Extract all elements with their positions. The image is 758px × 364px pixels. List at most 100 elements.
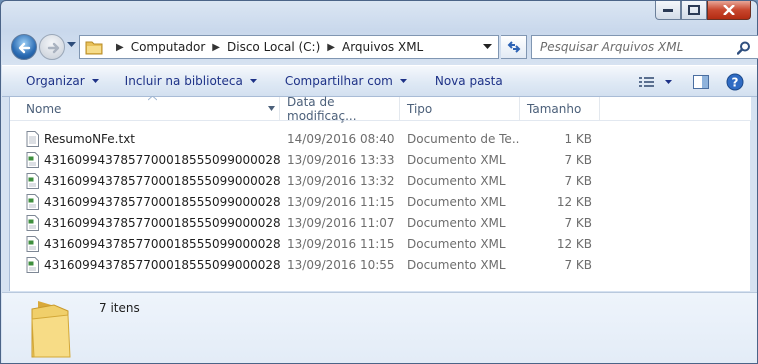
xml-file-icon [26, 193, 39, 210]
file-name: ResumoNFe.txt [44, 131, 136, 146]
breadcrumb-arrow-icon[interactable]: ▶ [116, 42, 124, 53]
file-name: 43160994378577000185550990000288001O... [44, 173, 280, 188]
file-row[interactable]: ResumoNFe.txt 14/09/2016 08:40 Documento… [10, 128, 751, 149]
minimize-button[interactable] [655, 1, 681, 20]
file-row[interactable]: 43160994378577000185550990000287981O... … [10, 254, 751, 275]
file-name: 43160994378577000185550990000287981O... [44, 257, 280, 272]
column-type-label: Tipo [407, 102, 433, 116]
file-date: 13/09/2016 11:15 [287, 194, 395, 209]
include-in-library-menu[interactable]: Incluir na biblioteca [117, 69, 265, 93]
caption-buttons [655, 1, 751, 21]
column-headers: Nome Data de modificaç... Tipo Tamanho [10, 95, 751, 123]
file-type: Documento de Te... [407, 131, 520, 146]
column-name-label: Nome [26, 102, 62, 116]
svg-text:?: ? [732, 76, 739, 90]
file-date: 13/09/2016 11:15 [287, 236, 395, 251]
file-type: Documento XML [407, 215, 506, 230]
file-row[interactable]: 43160994378577000185550990000287991O... … [10, 212, 751, 233]
share-with-label: Compartilhar com [284, 74, 393, 88]
file-size: 7 KB [564, 173, 592, 188]
minimize-icon [663, 9, 673, 12]
column-size[interactable]: Tamanho [520, 97, 600, 121]
chevron-down-icon [399, 79, 407, 83]
organize-menu[interactable]: Organizar [18, 69, 107, 93]
file-size: 12 KB [556, 236, 592, 251]
preview-pane-icon [693, 75, 709, 89]
preview-pane-button[interactable] [687, 70, 715, 94]
file-size: 7 KB [564, 257, 592, 272]
breadcrumb-disk[interactable]: Disco Local (C:) [227, 40, 320, 54]
view-list-icon [639, 77, 654, 87]
search-input[interactable] [540, 40, 740, 54]
view-controls: ? [633, 70, 749, 94]
xml-file-icon [26, 235, 39, 252]
file-name: 43160994378577000185550990000288011O... [44, 152, 280, 167]
column-date-label: Data de modificaç... [287, 95, 357, 123]
file-date: 13/09/2016 11:07 [287, 215, 395, 230]
file-size: 1 KB [564, 131, 592, 146]
column-name[interactable]: Nome [10, 97, 280, 121]
folder-icon [31, 301, 71, 358]
close-button[interactable] [707, 1, 751, 20]
column-date-modified[interactable]: Data de modificaç... [280, 95, 400, 123]
address-bar[interactable]: ▶ Computador ▶ Disco Local (C:) ▶ Arquiv… [79, 35, 499, 59]
file-name: 43160994378577000185550990000287991O... [44, 215, 280, 230]
file-row[interactable]: 43160994378577000185550990000288011O... … [10, 149, 751, 170]
item-count: 7 itens [99, 301, 140, 315]
xml-file-icon [26, 151, 39, 168]
breadcrumb-folder[interactable]: Arquivos XML [342, 40, 423, 54]
file-type: Documento XML [407, 152, 506, 167]
file-date: 14/09/2016 08:40 [287, 131, 395, 146]
file-rows: ResumoNFe.txt 14/09/2016 08:40 Documento… [10, 128, 751, 275]
include-in-library-label: Incluir na biblioteca [124, 74, 243, 88]
file-type: Documento XML [407, 194, 506, 209]
refresh-icon [507, 41, 520, 53]
maximize-icon [688, 5, 700, 15]
details-pane: 7 itens [2, 292, 757, 363]
recent-pages-dropdown[interactable] [67, 42, 76, 48]
text-file-icon [26, 130, 39, 147]
file-size: 7 KB [564, 152, 592, 167]
explorer-window: ▶ Computador ▶ Disco Local (C:) ▶ Arquiv… [0, 0, 758, 364]
forward-arrow-icon [47, 42, 60, 54]
search-icon[interactable] [737, 41, 751, 55]
back-button[interactable] [11, 34, 37, 60]
back-arrow-icon [18, 42, 31, 54]
change-view-button[interactable] [633, 70, 661, 94]
more-views-button[interactable] [661, 70, 675, 94]
breadcrumb-arrow-icon[interactable]: ▶ [212, 42, 220, 53]
command-bar: Organizar Incluir na biblioteca Comparti… [2, 65, 757, 97]
file-size: 12 KB [556, 194, 592, 209]
column-filter-dropdown-icon[interactable] [268, 106, 275, 111]
search-box[interactable] [531, 35, 758, 59]
file-type: Documento XML [407, 173, 506, 188]
file-size: 7 KB [564, 215, 592, 230]
file-name: 43160994378577000185550990000287991O... [44, 194, 280, 209]
xml-file-icon [26, 256, 39, 273]
refresh-button[interactable] [501, 35, 527, 59]
file-row[interactable]: 43160994378577000185550990000287991O... … [10, 191, 751, 212]
chevron-down-icon [249, 79, 257, 83]
new-folder-button[interactable]: Nova pasta [427, 69, 511, 93]
new-folder-label: Nova pasta [434, 74, 503, 88]
chevron-down-icon [91, 79, 99, 83]
file-row[interactable]: 43160994378577000185550990000287981O... … [10, 233, 751, 254]
folder-icon [85, 41, 103, 55]
address-dropdown-icon[interactable] [483, 44, 492, 50]
breadcrumb-computer[interactable]: Computador [131, 40, 206, 54]
organize-label: Organizar [26, 74, 85, 88]
help-icon: ? [726, 73, 744, 91]
file-row[interactable]: 43160994378577000185550990000288001O... … [10, 170, 751, 191]
file-name: 43160994378577000185550990000287981O... [44, 236, 280, 251]
column-size-label: Tamanho [527, 102, 582, 116]
maximize-button[interactable] [681, 1, 707, 20]
xml-file-icon [26, 214, 39, 231]
chevron-down-icon [664, 80, 672, 84]
help-button[interactable]: ? [721, 70, 749, 94]
navigation-bar: ▶ Computador ▶ Disco Local (C:) ▶ Arquiv… [9, 33, 758, 61]
column-type[interactable]: Tipo [400, 97, 520, 121]
share-with-menu[interactable]: Compartilhar com [277, 69, 415, 93]
forward-button[interactable] [39, 34, 65, 60]
close-icon [723, 5, 735, 15]
breadcrumb-arrow-icon[interactable]: ▶ [327, 42, 335, 53]
